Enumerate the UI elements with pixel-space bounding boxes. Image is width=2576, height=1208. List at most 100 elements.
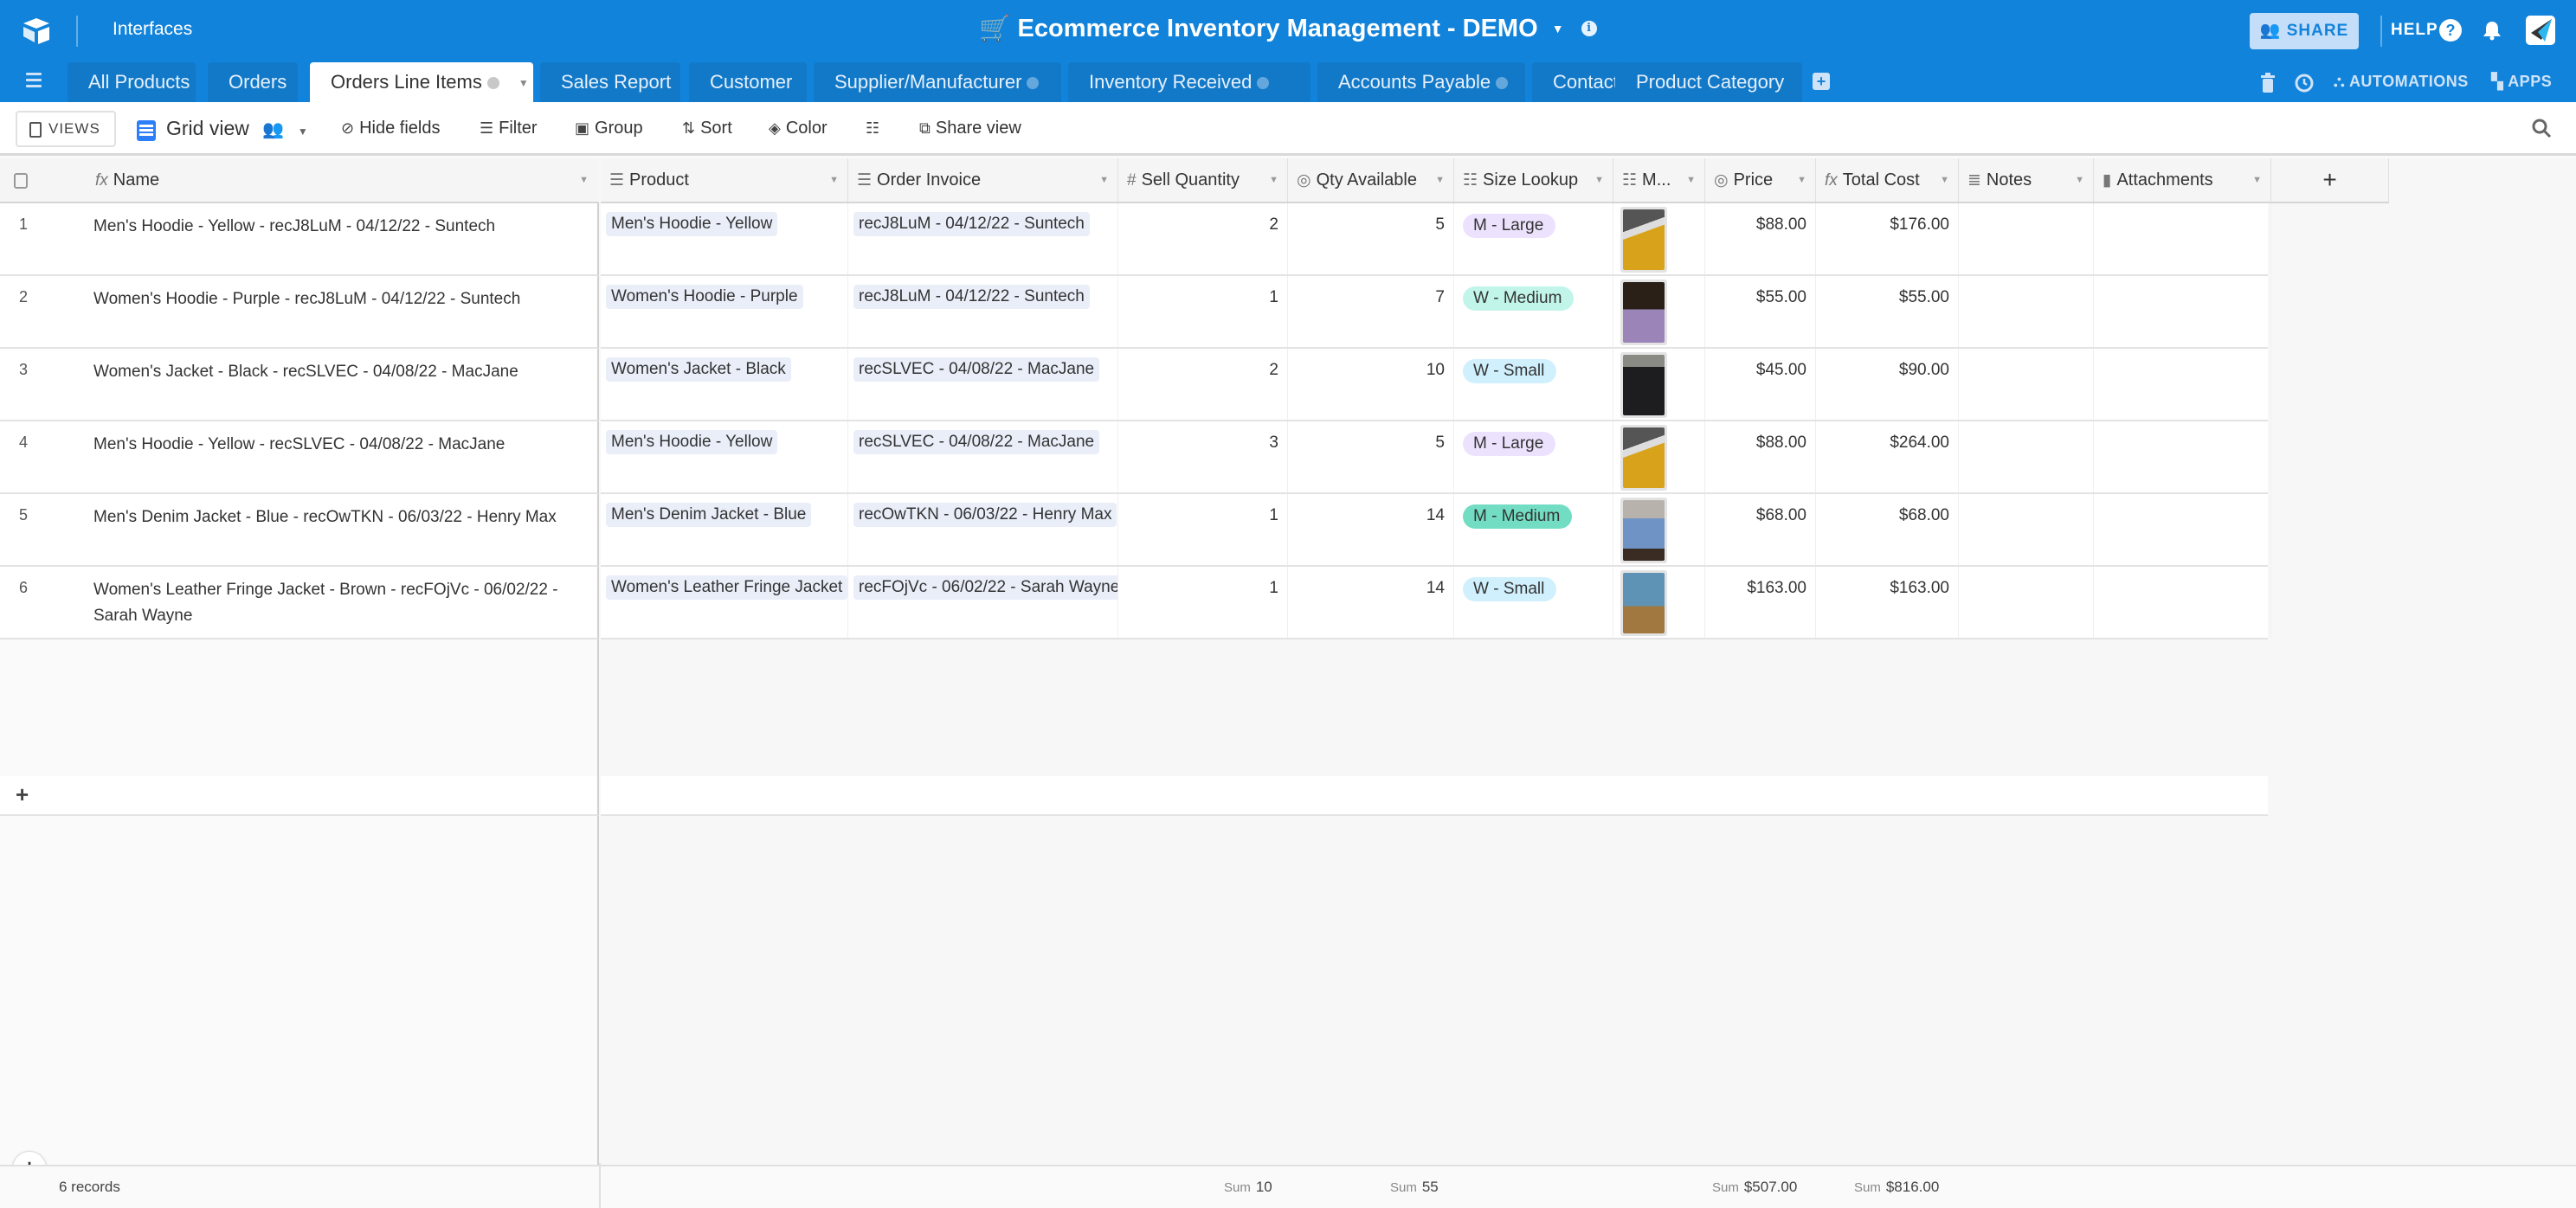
qty-available-cell[interactable]: 14 bbox=[1288, 567, 1454, 638]
table-row[interactable]: Men's Hoodie - Yellow recSLVEC - 04/08/22… bbox=[601, 421, 2271, 494]
column-header-qty-available[interactable]: ◎ Qty Available ▼ bbox=[1288, 158, 1454, 202]
attachments-cell[interactable] bbox=[2094, 203, 2271, 274]
linked-record-chip[interactable]: recFOjVc - 06/02/22 - Sarah Wayne bbox=[853, 575, 1117, 600]
attachments-cell[interactable] bbox=[2094, 494, 2271, 565]
price-cell[interactable]: $45.00 bbox=[1705, 349, 1816, 420]
column-header-name[interactable]: fx Name ▼ bbox=[87, 158, 597, 202]
chevron-down-icon[interactable]: ▼ bbox=[2252, 158, 2262, 202]
column-header-order-invoice[interactable]: ☰ Order Invoice ▼ bbox=[848, 158, 1118, 202]
size-lookup-cell[interactable]: M - Large bbox=[1454, 203, 1613, 274]
total-cost-cell[interactable]: $264.00 bbox=[1816, 421, 1959, 492]
info-icon[interactable] bbox=[1257, 77, 1270, 90]
product-cell[interactable]: Women's Leather Fringe Jacket bbox=[601, 567, 848, 638]
group-button[interactable]: ▣ Group bbox=[575, 114, 643, 142]
column-header-m[interactable]: ☷ M... ▼ bbox=[1613, 158, 1705, 202]
product-cell[interactable]: Women's Jacket - Black bbox=[601, 349, 848, 420]
tab-product-category[interactable]: Product Category bbox=[1615, 62, 1802, 102]
image-cell[interactable] bbox=[1613, 421, 1705, 492]
chevron-down-icon[interactable]: ▼ bbox=[1940, 158, 1949, 202]
name-cell[interactable]: Men's Denim Jacket - Blue - recOwTKN - 0… bbox=[93, 504, 587, 530]
price-cell[interactable]: $88.00 bbox=[1705, 421, 1816, 492]
sum-sell-quantity[interactable]: Sum 10 bbox=[1224, 1179, 1272, 1196]
add-field-button[interactable]: + bbox=[2271, 158, 2389, 202]
table-row[interactable]: Men's Denim Jacket - Blue recOwTKN - 06/0… bbox=[601, 494, 2271, 567]
product-cell[interactable]: Men's Hoodie - Yellow bbox=[601, 203, 848, 274]
chevron-down-icon[interactable]: ▼ bbox=[1552, 22, 1564, 35]
qty-available-cell[interactable]: 10 bbox=[1288, 349, 1454, 420]
total-cost-cell[interactable]: $90.00 bbox=[1816, 349, 1959, 420]
linked-record-chip[interactable]: Men's Hoodie - Yellow bbox=[606, 430, 778, 454]
info-icon[interactable] bbox=[486, 77, 499, 90]
notes-cell[interactable] bbox=[1959, 567, 2094, 638]
image-cell[interactable] bbox=[1613, 276, 1705, 347]
plus-icon[interactable]: + bbox=[16, 781, 29, 808]
price-cell[interactable]: $163.00 bbox=[1705, 567, 1816, 638]
sum-price[interactable]: Sum $507.00 bbox=[1712, 1179, 1797, 1196]
image-cell[interactable] bbox=[1613, 203, 1705, 274]
attachments-cell[interactable] bbox=[2094, 276, 2271, 347]
chevron-down-icon[interactable]: ▼ bbox=[579, 158, 589, 202]
tab-supplier-manufacturer[interactable]: Supplier/Manufacturer bbox=[814, 62, 1061, 102]
chevron-down-icon[interactable]: ▼ bbox=[1797, 158, 1806, 202]
total-cost-cell[interactable]: $163.00 bbox=[1816, 567, 1959, 638]
tab-customer[interactable]: Customer bbox=[689, 62, 807, 102]
qty-available-cell[interactable]: 14 bbox=[1288, 494, 1454, 565]
name-cell[interactable]: Men's Hoodie - Yellow - recJ8LuM - 04/12… bbox=[93, 214, 587, 240]
notes-cell[interactable] bbox=[1959, 203, 2094, 274]
info-icon[interactable] bbox=[1027, 77, 1040, 90]
table-row[interactable]: Men's Hoodie - Yellow recJ8LuM - 04/12/22… bbox=[601, 203, 2271, 276]
product-image-thumbnail[interactable] bbox=[1620, 425, 1667, 491]
price-cell[interactable]: $88.00 bbox=[1705, 203, 1816, 274]
product-image-thumbnail[interactable] bbox=[1620, 280, 1667, 345]
size-lookup-cell[interactable]: W - Small bbox=[1454, 349, 1613, 420]
column-header-total-cost[interactable]: fx Total Cost ▼ bbox=[1816, 158, 1959, 202]
product-cell[interactable]: Men's Denim Jacket - Blue bbox=[601, 494, 848, 565]
product-image-thumbnail[interactable] bbox=[1620, 570, 1667, 636]
table-row[interactable]: 3 Women's Jacket - Black - recSLVEC - 04… bbox=[0, 349, 599, 421]
share-view-button[interactable]: ⧉ Share view bbox=[919, 114, 1021, 142]
order-invoice-cell[interactable]: recSLVEC - 04/08/22 - MacJane bbox=[848, 349, 1118, 420]
sell-quantity-cell[interactable]: 1 bbox=[1118, 567, 1288, 638]
image-cell[interactable] bbox=[1613, 349, 1705, 420]
notes-cell[interactable] bbox=[1959, 276, 2094, 347]
base-title[interactable]: 🛒 Ecommerce Inventory Management - DEMO … bbox=[0, 14, 2576, 43]
total-cost-cell[interactable]: $55.00 bbox=[1816, 276, 1959, 347]
user-avatar[interactable] bbox=[2526, 16, 2555, 45]
size-lookup-cell[interactable]: W - Medium bbox=[1454, 276, 1613, 347]
column-header-sell-quantity[interactable]: # Sell Quantity ▼ bbox=[1118, 158, 1288, 202]
hide-fields-button[interactable]: ⊘ Hide fields bbox=[341, 114, 440, 142]
tab-accounts-payable[interactable]: Accounts Payable bbox=[1317, 62, 1525, 102]
select-all-checkbox[interactable] bbox=[14, 172, 28, 189]
hamburger-menu-icon[interactable] bbox=[26, 73, 42, 90]
history-icon[interactable] bbox=[2294, 73, 2315, 93]
chevron-down-icon[interactable]: ▼ bbox=[2075, 158, 2084, 202]
column-header-product[interactable]: ☰ Product ▼ bbox=[601, 158, 848, 202]
sum-total-cost[interactable]: Sum $816.00 bbox=[1854, 1179, 1939, 1196]
name-cell[interactable]: Women's Jacket - Black - recSLVEC - 04/0… bbox=[93, 359, 587, 385]
linked-record-chip[interactable]: Men's Denim Jacket - Blue bbox=[606, 503, 812, 527]
product-image-thumbnail[interactable] bbox=[1620, 207, 1667, 273]
linked-record-chip[interactable]: Women's Hoodie - Purple bbox=[606, 285, 803, 309]
total-cost-cell[interactable]: $176.00 bbox=[1816, 203, 1959, 274]
image-cell[interactable] bbox=[1613, 567, 1705, 638]
order-invoice-cell[interactable]: recJ8LuM - 04/12/22 - Suntech bbox=[848, 276, 1118, 347]
notes-cell[interactable] bbox=[1959, 421, 2094, 492]
sort-button[interactable]: ⇅ Sort bbox=[682, 114, 732, 142]
apps-button[interactable]: ▚ APPS bbox=[2491, 73, 2552, 91]
sell-quantity-cell[interactable]: 2 bbox=[1118, 203, 1288, 274]
size-lookup-cell[interactable]: M - Medium bbox=[1454, 494, 1613, 565]
name-cell[interactable]: Women's Hoodie - Purple - recJ8LuM - 04/… bbox=[93, 286, 587, 312]
order-invoice-cell[interactable]: recOwTKN - 06/03/22 - Henry Max bbox=[848, 494, 1118, 565]
add-record-row-right[interactable] bbox=[601, 776, 2268, 816]
product-cell[interactable]: Women's Hoodie - Purple bbox=[601, 276, 848, 347]
views-button[interactable]: VIEWS bbox=[16, 111, 116, 147]
linked-record-chip[interactable]: Men's Hoodie - Yellow bbox=[606, 212, 778, 236]
linked-record-chip[interactable]: Women's Leather Fringe Jacket bbox=[606, 575, 847, 600]
size-lookup-cell[interactable]: M - Large bbox=[1454, 421, 1613, 492]
notes-cell[interactable] bbox=[1959, 349, 2094, 420]
image-cell[interactable] bbox=[1613, 494, 1705, 565]
chevron-down-icon[interactable]: ▼ bbox=[1686, 158, 1696, 202]
size-lookup-cell[interactable]: W - Small bbox=[1454, 567, 1613, 638]
chevron-down-icon[interactable]: ▼ bbox=[1099, 158, 1109, 202]
product-cell[interactable]: Men's Hoodie - Yellow bbox=[601, 421, 848, 492]
